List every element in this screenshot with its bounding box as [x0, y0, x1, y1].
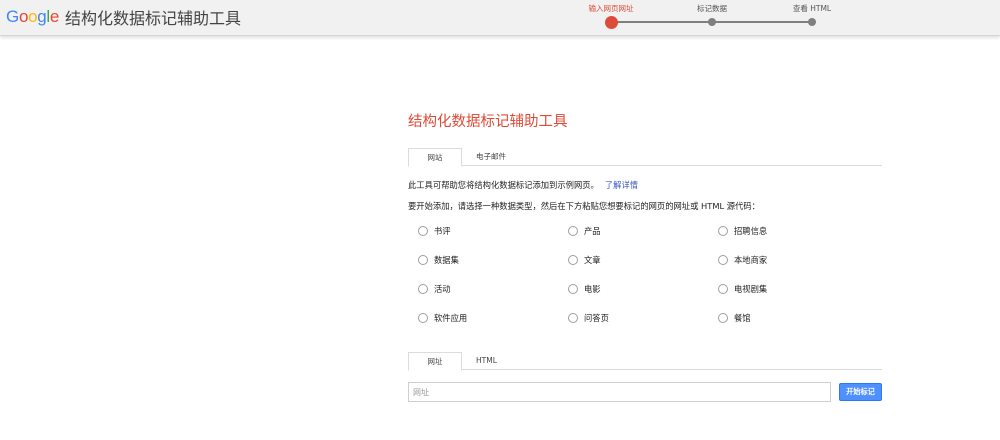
step-tag-data: 标记数据	[672, 0, 752, 26]
intro-text: 此工具可帮助您将结构化数据标记添加到示例网页。 了解详情	[408, 179, 882, 191]
step-dot	[604, 15, 618, 29]
logo-letter: o	[28, 7, 38, 26]
google-logo: Google	[6, 7, 59, 27]
source-tabs: 网站 电子邮件	[408, 148, 882, 167]
option-tv-episode[interactable]: 电视剧集	[718, 283, 868, 295]
radio-button[interactable]	[568, 255, 578, 265]
start-tagging-button[interactable]: 开始标记	[839, 383, 882, 401]
option-label: 电视剧集	[734, 284, 768, 294]
option-label: 软件应用	[434, 313, 468, 323]
option-article[interactable]: 文章	[568, 254, 718, 266]
instruction-text: 要开始添加，请选择一种数据类型，然后在下方粘贴您想要标记的网页的网址或 HTML…	[408, 201, 760, 211]
option-product[interactable]: 产品	[568, 225, 718, 237]
option-qa-page[interactable]: 问答页	[568, 312, 718, 324]
step-label: 标记数据	[697, 4, 727, 13]
page-title: 结构化数据标记辅助工具	[408, 114, 568, 130]
data-type-options: 书评 产品 招聘信息 数据集 文章 本地商家 活动 电影 电视剧集 软件应用 问…	[408, 225, 882, 324]
intro-sentence: 此工具可帮助您将结构化数据标记添加到示例网页。	[408, 180, 599, 190]
option-label: 招聘信息	[734, 226, 768, 236]
step-dot	[808, 18, 816, 26]
radio-button[interactable]	[418, 284, 428, 294]
option-movie[interactable]: 电影	[568, 283, 718, 295]
radio-button[interactable]	[418, 313, 428, 323]
option-local-business[interactable]: 本地商家	[718, 254, 868, 266]
logo-letter: o	[18, 7, 29, 26]
radio-button[interactable]	[718, 255, 728, 265]
option-label: 产品	[584, 226, 601, 236]
radio-button[interactable]	[718, 226, 728, 236]
option-label: 文章	[584, 255, 601, 265]
tab-html[interactable]: HTML	[462, 352, 511, 370]
progress-stepper: 输入网页网址 标记数据 查看 HTML	[589, 0, 831, 36]
input-tabs: 网址 HTML	[408, 352, 882, 371]
logo-letter: e	[49, 7, 60, 26]
app-title: 结构化数据标记辅助工具	[65, 9, 242, 28]
radio-button[interactable]	[568, 226, 578, 236]
radio-button[interactable]	[568, 284, 578, 294]
brand: Google 结构化数据标记辅助工具	[6, 5, 241, 29]
radio-button[interactable]	[418, 255, 428, 265]
main-panel: 结构化数据标记辅助工具 网站 电子邮件 此工具可帮助您将结构化数据标记添加到示例…	[408, 112, 882, 402]
option-software-app[interactable]: 软件应用	[418, 312, 568, 324]
step-view-html: 查看 HTML	[772, 0, 852, 26]
option-label: 活动	[434, 284, 451, 294]
option-label: 电影	[584, 284, 601, 294]
option-dataset[interactable]: 数据集	[418, 254, 568, 266]
option-label: 问答页	[584, 313, 609, 323]
option-label: 本地商家	[734, 255, 768, 265]
radio-button[interactable]	[568, 313, 578, 323]
logo-letter: g	[37, 7, 47, 26]
option-job-posting[interactable]: 招聘信息	[718, 225, 868, 237]
option-label: 餐馆	[734, 313, 751, 323]
tab-url[interactable]: 网址	[408, 352, 462, 371]
step-label: 输入网页网址	[588, 4, 634, 13]
tab-email[interactable]: 电子邮件	[462, 148, 520, 166]
radio-button[interactable]	[418, 226, 428, 236]
option-label: 书评	[434, 226, 451, 236]
learn-more-link[interactable]: 了解详情	[605, 180, 638, 190]
url-row: 开始标记	[408, 382, 882, 402]
header-bar: Google 结构化数据标记辅助工具 输入网页网址 标记数据 查看 HTML	[0, 0, 1000, 36]
url-input[interactable]	[408, 382, 831, 402]
option-restaurant[interactable]: 餐馆	[718, 312, 868, 324]
option-book-review[interactable]: 书评	[418, 225, 568, 237]
tab-website[interactable]: 网站	[408, 148, 462, 167]
option-label: 数据集	[434, 255, 459, 265]
step-dot	[708, 18, 716, 26]
step-label: 查看 HTML	[792, 4, 832, 13]
radio-button[interactable]	[718, 313, 728, 323]
logo-letter: G	[6, 7, 19, 26]
step-enter-url: 输入网页网址	[571, 0, 651, 29]
radio-button[interactable]	[718, 284, 728, 294]
option-event[interactable]: 活动	[418, 283, 568, 295]
